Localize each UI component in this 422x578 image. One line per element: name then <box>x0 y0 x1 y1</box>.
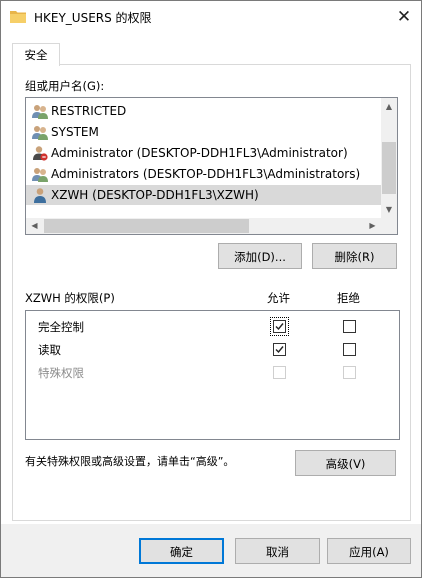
permission-name: 特殊权限 <box>38 366 84 380</box>
allow-checkbox-special <box>273 366 286 379</box>
admin-user-icon <box>33 146 48 161</box>
add-button[interactable]: 添加(D)... <box>218 243 302 269</box>
tab-security[interactable]: 安全 <box>12 43 60 66</box>
window-title: HKEY_USERS 的权限 <box>34 11 152 25</box>
permission-name: 读取 <box>38 343 61 357</box>
permission-name: 完全控制 <box>38 320 84 334</box>
vertical-scroll-thumb[interactable] <box>382 142 396 194</box>
advanced-hint-text: 有关特殊权限或高级设置，请单击“高级”。 <box>25 455 235 468</box>
apply-button[interactable]: 应用(A) <box>327 538 411 564</box>
advanced-button[interactable]: 高级(V) <box>295 450 396 476</box>
deny-column-header: 拒绝 <box>337 291 360 305</box>
list-item[interactable]: RESTRICTED <box>26 101 381 121</box>
scroll-up-icon[interactable]: ▲ <box>381 98 397 115</box>
users-group-icon <box>32 105 48 119</box>
list-item[interactable]: Administrators (DESKTOP-DDH1FL3\Administ… <box>26 164 381 184</box>
remove-button[interactable]: 删除(R) <box>312 243 397 269</box>
horizontal-scroll-thumb[interactable] <box>44 219 249 233</box>
vertical-scrollbar[interactable]: ▲ ▼ <box>381 98 397 218</box>
list-item-label: Administrators (DESKTOP-DDH1FL3\Administ… <box>51 167 361 181</box>
list-item[interactable]: XZWH (DESKTOP-DDH1FL3\XZWH) <box>26 185 381 205</box>
list-item-label: Administrator (DESKTOP-DDH1FL3\Administr… <box>51 146 348 160</box>
list-item-label: SYSTEM <box>51 125 99 139</box>
permissions-list: 完全控制 读取 特殊权限 <box>25 310 400 440</box>
close-button[interactable]: ✕ <box>393 6 415 28</box>
list-item-label: RESTRICTED <box>51 104 127 118</box>
title-bar: HKEY_USERS 的权限 ✕ <box>1 1 421 33</box>
group-user-list[interactable]: RESTRICTED SYSTEM Administrator (DESKTOP… <box>25 97 398 235</box>
checkmark-icon <box>275 346 284 354</box>
allow-checkbox-full-control[interactable] <box>270 317 289 336</box>
cancel-button[interactable]: 取消 <box>235 538 320 564</box>
deny-checkbox-read[interactable] <box>343 343 356 356</box>
scroll-right-icon[interactable]: ▶ <box>364 218 381 234</box>
list-item-label: XZWH (DESKTOP-DDH1FL3\XZWH) <box>51 188 259 202</box>
deny-checkbox-full-control[interactable] <box>343 320 356 333</box>
list-item[interactable]: SYSTEM <box>26 122 381 142</box>
permissions-label: XZWH 的权限(P) <box>25 291 115 305</box>
scroll-down-icon[interactable]: ▼ <box>381 201 397 218</box>
allow-checkbox-read[interactable] <box>273 343 286 356</box>
checkmark-icon <box>275 323 284 331</box>
horizontal-scrollbar[interactable]: ◀ ▶ <box>26 218 397 234</box>
single-user-icon <box>34 188 46 203</box>
folder-icon <box>10 11 26 23</box>
scrollbar-corner <box>381 218 397 234</box>
users-group-icon <box>32 168 48 182</box>
allow-column-header: 允许 <box>267 291 290 305</box>
ok-button[interactable]: 确定 <box>139 538 224 564</box>
list-item[interactable]: Administrator (DESKTOP-DDH1FL3\Administr… <box>26 143 381 163</box>
group-list-label: 组或用户名(G): <box>25 79 105 93</box>
deny-checkbox-special <box>343 366 356 379</box>
users-group-icon <box>32 126 48 140</box>
scroll-left-icon[interactable]: ◀ <box>26 218 43 234</box>
